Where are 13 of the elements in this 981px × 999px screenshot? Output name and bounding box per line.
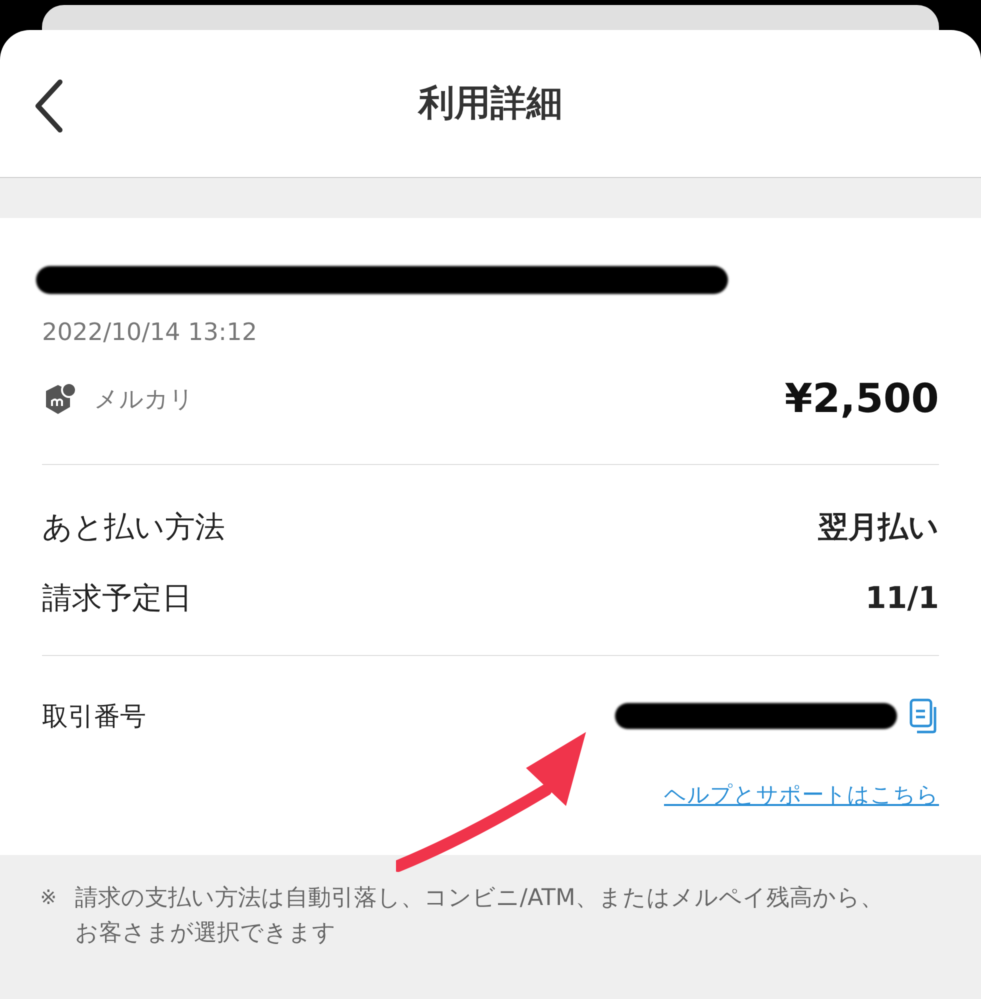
merchant-name: メルカリ <box>94 384 195 415</box>
detail-value: 11/1 <box>865 581 939 616</box>
amount: ¥2,500 <box>784 376 939 422</box>
note-text: 請求の支払い方法は自動引落し、コンビニ/ATM、またはメルペイ残高から、お客さまが選択できます <box>74 884 884 948</box>
transaction-date: 2022/10/14 13:12 <box>42 318 258 346</box>
detail-label: あと払い方法 <box>42 509 225 547</box>
page-title: 利用詳細 <box>418 82 562 126</box>
help-link[interactable]: ヘルプとサポートはこちら <box>664 780 939 810</box>
note-mark: ※ <box>40 884 57 911</box>
transaction-number-label: 取引番号 <box>42 700 147 734</box>
detail-label: 請求予定日 <box>42 580 192 618</box>
copy-icon[interactable] <box>909 698 939 734</box>
detail-value: 翌月払い <box>818 509 939 547</box>
